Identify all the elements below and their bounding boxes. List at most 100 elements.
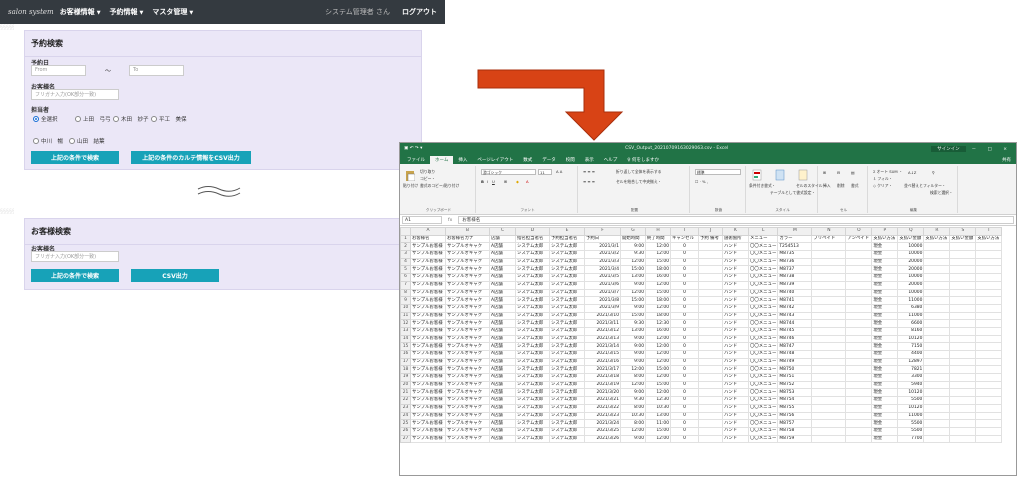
cell[interactable] xyxy=(975,296,1003,305)
merge-center-button[interactable]: セルを結合して中央揃え・ xyxy=(616,179,661,185)
cell[interactable]: A店舗 xyxy=(489,380,516,390)
cell[interactable]: システム太郎 xyxy=(515,326,550,336)
tab-insert[interactable]: 挿入 xyxy=(453,156,472,164)
cell[interactable]: 現金 xyxy=(871,265,899,275)
cell[interactable] xyxy=(949,250,977,259)
cell[interactable]: M8757 xyxy=(777,419,813,428)
cell[interactable]: 0 xyxy=(670,357,699,367)
cell[interactable]: 現金 xyxy=(871,257,899,267)
cell[interactable] xyxy=(811,288,847,298)
cell[interactable]: ハンド xyxy=(722,342,749,351)
cell[interactable] xyxy=(845,311,873,321)
cell[interactable]: システム太郎 xyxy=(549,319,585,328)
cell[interactable]: サンプルオキャク xyxy=(445,273,490,282)
cell[interactable]: サンプルオキャク xyxy=(445,334,490,344)
cell[interactable]: 12:00 xyxy=(645,373,671,382)
cell[interactable]: 12:00 xyxy=(645,303,671,313)
cell[interactable] xyxy=(923,342,951,351)
cell[interactable]: 20000 xyxy=(897,280,925,290)
cell[interactable]: 8:00 xyxy=(620,373,646,382)
cell[interactable]: 0 xyxy=(670,373,699,382)
cell[interactable]: ハンド xyxy=(722,311,749,321)
row-header[interactable]: 10 xyxy=(400,303,411,313)
cell[interactable]: 15:00 xyxy=(620,265,646,275)
cell[interactable]: 0 xyxy=(670,334,699,344)
cell[interactable]: システム太郎 xyxy=(549,311,585,321)
cell[interactable] xyxy=(975,411,1003,421)
cell[interactable] xyxy=(923,265,951,275)
cell[interactable]: 2021/3/13 xyxy=(584,334,621,344)
cell[interactable] xyxy=(975,342,1003,351)
cell[interactable]: システム太郎 xyxy=(549,380,585,390)
cell[interactable] xyxy=(845,303,873,313)
cell[interactable]: システム太郎 xyxy=(549,273,585,282)
cell[interactable]: 4400 xyxy=(897,350,925,359)
cell[interactable] xyxy=(811,326,847,336)
cell[interactable]: 8:00 xyxy=(620,403,646,413)
column-header[interactable]: H xyxy=(645,227,671,236)
cell[interactable]: 0 xyxy=(670,388,699,398)
cell[interactable] xyxy=(975,357,1003,367)
paste-label[interactable]: 貼り付け xyxy=(403,183,418,189)
cell[interactable]: 10:30 xyxy=(645,403,671,413)
cell[interactable]: サンプルオキャク xyxy=(445,419,490,428)
header-cell[interactable]: 予約担当者名 xyxy=(549,234,585,244)
customer-name-input[interactable]: フリガナ入力(OK部分一致) xyxy=(31,251,119,262)
insert-button[interactable]: 挿入 xyxy=(823,183,831,189)
cell[interactable]: サンプルお客様 xyxy=(410,357,446,367)
cell[interactable] xyxy=(923,242,951,252)
cell[interactable]: 9:00 xyxy=(620,357,646,367)
cell[interactable]: サンプルオキャク xyxy=(445,342,490,351)
cell[interactable]: 10120 xyxy=(897,403,925,413)
cell[interactable]: サンプルお客様 xyxy=(410,273,446,282)
cell[interactable]: 16:00 xyxy=(645,273,671,282)
cell[interactable]: 2021/3/20 xyxy=(584,388,621,398)
cell[interactable]: システム太郎 xyxy=(515,373,550,382)
cell[interactable] xyxy=(811,373,847,382)
column-header[interactable]: C xyxy=(489,227,516,236)
cell[interactable]: 2021/3/2 xyxy=(584,250,621,259)
header-cell[interactable]: 指名担当者名 xyxy=(515,234,550,244)
header-cell[interactable]: 支払い方法 xyxy=(871,234,899,244)
cell[interactable]: 18:00 xyxy=(645,265,671,275)
cell[interactable] xyxy=(923,403,951,413)
cell[interactable]: 2021/3/22 xyxy=(584,403,621,413)
cell[interactable]: M8744 xyxy=(777,319,813,328)
cell[interactable] xyxy=(949,403,977,413)
cell[interactable]: 9:00 xyxy=(620,242,646,252)
cell[interactable]: 現金 xyxy=(871,311,899,321)
cut-button[interactable]: 切り取り xyxy=(420,169,435,175)
cell[interactable]: システム太郎 xyxy=(549,388,585,398)
cell[interactable]: 10120 xyxy=(897,334,925,344)
column-header[interactable]: K xyxy=(722,227,749,236)
cell[interactable]: 13:00 xyxy=(620,273,646,282)
cell[interactable] xyxy=(975,288,1003,298)
cell[interactable]: ハンド xyxy=(722,403,749,413)
column-header[interactable]: N xyxy=(811,227,847,236)
cell[interactable] xyxy=(949,365,977,375)
number-format-select[interactable]: 標準 xyxy=(695,169,741,175)
cell[interactable]: 〇〇メニュー xyxy=(747,426,779,436)
header-cell[interactable]: 開始時間 xyxy=(620,234,646,244)
cell[interactable] xyxy=(811,411,847,421)
cell[interactable] xyxy=(698,326,723,336)
cell[interactable]: 〇〇メニュー xyxy=(747,373,779,382)
tab-formulas[interactable]: 数式 xyxy=(518,156,537,164)
row-header[interactable]: 23 xyxy=(400,403,411,413)
header-cell[interactable]: 支払い方法 xyxy=(923,234,951,244)
cell[interactable] xyxy=(949,311,977,321)
cell[interactable] xyxy=(811,342,847,351)
cell[interactable]: 〇〇メニュー xyxy=(747,296,779,305)
cell[interactable] xyxy=(949,373,977,382)
cell[interactable] xyxy=(975,280,1003,290)
cell[interactable]: M8751 xyxy=(777,373,813,382)
name-box[interactable]: A1 xyxy=(402,216,442,224)
cell[interactable]: システム太郎 xyxy=(515,242,550,252)
cell[interactable]: A店舗 xyxy=(489,250,516,259)
logout-link[interactable]: ログアウト xyxy=(402,7,437,17)
cell[interactable]: システム太郎 xyxy=(515,250,550,259)
cell[interactable]: 〇〇メニュー xyxy=(747,311,779,321)
cell[interactable]: 9:00 xyxy=(620,388,646,398)
cell[interactable]: M8736 xyxy=(777,257,813,267)
cell[interactable]: サンプルお客様 xyxy=(410,250,446,259)
